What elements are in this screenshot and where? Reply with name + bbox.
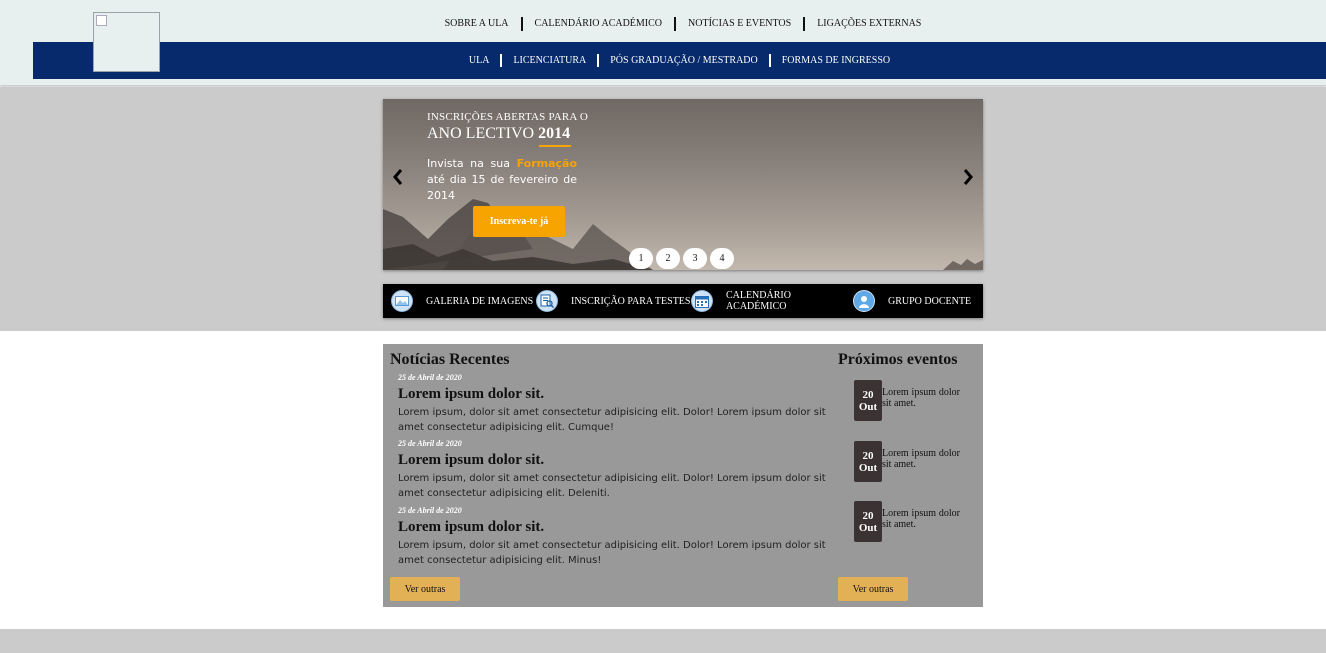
event-text: Lorem ipsum dolor sit amet. [882,387,960,409]
top-nav-link-sobre[interactable]: SOBRE A ULA [433,17,521,31]
main-nav-link-pos-graduacao[interactable]: PÓS GRADUAÇÃO / MESTRADO [597,54,769,67]
slider-page-4[interactable]: 4 [710,248,734,269]
event-item[interactable]: 20 Out Lorem ipsum dolor sit amet. [854,441,964,482]
site-header: SOBRE A ULA CALENDÁRIO ACADÉMICO NOTÍCIA… [0,0,1326,86]
slide-year: 2014 [538,125,571,142]
event-month: Out [858,461,878,474]
event-day: 20 [862,449,874,462]
slide-underline [539,145,571,147]
slider-page-1[interactable]: 1 [629,248,653,269]
image-gallery-icon [391,290,413,312]
chevron-right-icon [963,169,973,185]
event-text: Lorem ipsum dolor sit amet. [882,448,960,470]
footer-band [0,629,1326,653]
news-body: Lorem ipsum, dolor sit amet consectetur … [398,407,826,433]
quick-link-grupo-docente[interactable]: GRUPO DOCENTE [853,284,973,318]
slider-page-3[interactable]: 3 [683,248,707,269]
slide-year-prefix: ANO LECTIVO [427,125,535,142]
news-events-panel: Notícias Recentes Próximos eventos 25 de… [383,344,983,607]
news-date: 25 de Abril de 2020 [398,506,462,515]
slide-desc-after: até dia 15 de fevereiro de 2014 [427,173,577,202]
news-item[interactable]: 25 de Abril de 2020 Lorem ipsum dolor si… [398,439,838,501]
quick-link-galeria[interactable]: GALERIA DE IMAGENS [391,284,536,318]
main-nav-link-licenciatura[interactable]: LICENCIATURA [500,54,597,67]
quick-link-label: GRUPO DOCENTE [888,295,972,307]
quick-links-bar: GALERIA DE IMAGENS INSCRIÇÃO PARA TESTES… [383,284,983,318]
slide-caption: INSCRIÇÕES ABERTAS PARA O ANO LECTIVO 20… [427,111,588,204]
top-nav-link-calendario[interactable]: CALENDÁRIO ACADÉMICO [520,17,675,31]
event-date-badge: 20 Out [854,501,882,542]
event-date-badge: 20 Out [854,441,882,482]
slider-prev-button[interactable] [391,167,405,187]
quick-link-inscricao[interactable]: INSCRIÇÃO PARA TESTES [536,284,691,318]
news-body: Lorem ipsum, dolor sit amet consectetur … [398,540,826,566]
top-nav-link-ligacoes[interactable]: LIGAÇÕES EXTERNAS [803,17,933,31]
main-nav: ULA LICENCIATURA PÓS GRADUAÇÃO / MESTRAD… [33,42,1326,79]
broken-image-icon [96,15,107,26]
slider-page-2[interactable]: 2 [656,248,680,269]
event-item[interactable]: 20 Out Lorem ipsum dolor sit amet. [854,501,964,542]
event-month: Out [858,521,878,534]
news-item[interactable]: 25 de Abril de 2020 Lorem ipsum dolor si… [398,373,838,435]
quick-link-label: INSCRIÇÃO PARA TESTES [571,295,691,307]
news-heading[interactable]: Lorem ipsum dolor sit. [398,385,838,403]
slide-kicker: INSCRIÇÕES ABERTAS PARA O [427,111,589,123]
top-nav: SOBRE A ULA CALENDÁRIO ACADÉMICO NOTÍCIA… [0,17,1326,31]
slide-desc-highlight: Formação [516,157,578,170]
main-nav-link-ula[interactable]: ULA [458,54,501,67]
chevron-left-icon [393,169,403,185]
quick-link-calendario[interactable]: CALENDÁRIO ACADÉMICO [691,284,853,318]
slider-pagination: 1 2 3 4 [629,248,734,269]
slide-heading: ANO LECTIVO 2014 [427,124,588,143]
news-date: 25 de Abril de 2020 [398,373,462,382]
event-day: 20 [862,509,874,522]
events-section-title: Próximos eventos [838,351,958,368]
enroll-button[interactable]: Inscreva-te já [473,206,565,237]
event-text: Lorem ipsum dolor sit amet. [882,508,960,530]
news-item[interactable]: 25 de Abril de 2020 Lorem ipsum dolor si… [398,506,838,568]
more-events-button[interactable]: Ver outras [838,577,908,601]
news-heading[interactable]: Lorem ipsum dolor sit. [398,518,838,536]
user-icon [853,290,875,312]
main-nav-link-formas-ingresso[interactable]: FORMAS DE INGRESSO [768,54,901,67]
more-news-button[interactable]: Ver outras [390,577,460,601]
slider-next-button[interactable] [961,167,975,187]
quick-link-label: GALERIA DE IMAGENS [426,295,534,307]
document-search-icon [536,290,558,312]
news-date: 25 de Abril de 2020 [398,439,462,448]
calendar-icon [691,290,713,312]
event-day: 20 [862,388,874,401]
slide-description: Invista na sua Formação até dia 15 de fe… [427,156,577,204]
top-nav-link-noticias[interactable]: NOTÍCIAS E EVENTOS [674,17,803,31]
slide-desc-before: Invista na sua [427,157,510,170]
logo-image[interactable] [93,12,160,72]
event-item[interactable]: 20 Out Lorem ipsum dolor sit amet. [854,380,964,421]
news-heading[interactable]: Lorem ipsum dolor sit. [398,451,838,469]
hero-slider: INSCRIÇÕES ABERTAS PARA O ANO LECTIVO 20… [383,99,983,270]
news-section-title: Notícias Recentes [390,351,510,368]
quick-link-label: CALENDÁRIO ACADÉMICO [725,290,791,312]
news-body: Lorem ipsum, dolor sit amet consectetur … [398,473,826,499]
event-date-badge: 20 Out [854,380,882,421]
event-month: Out [858,400,878,413]
